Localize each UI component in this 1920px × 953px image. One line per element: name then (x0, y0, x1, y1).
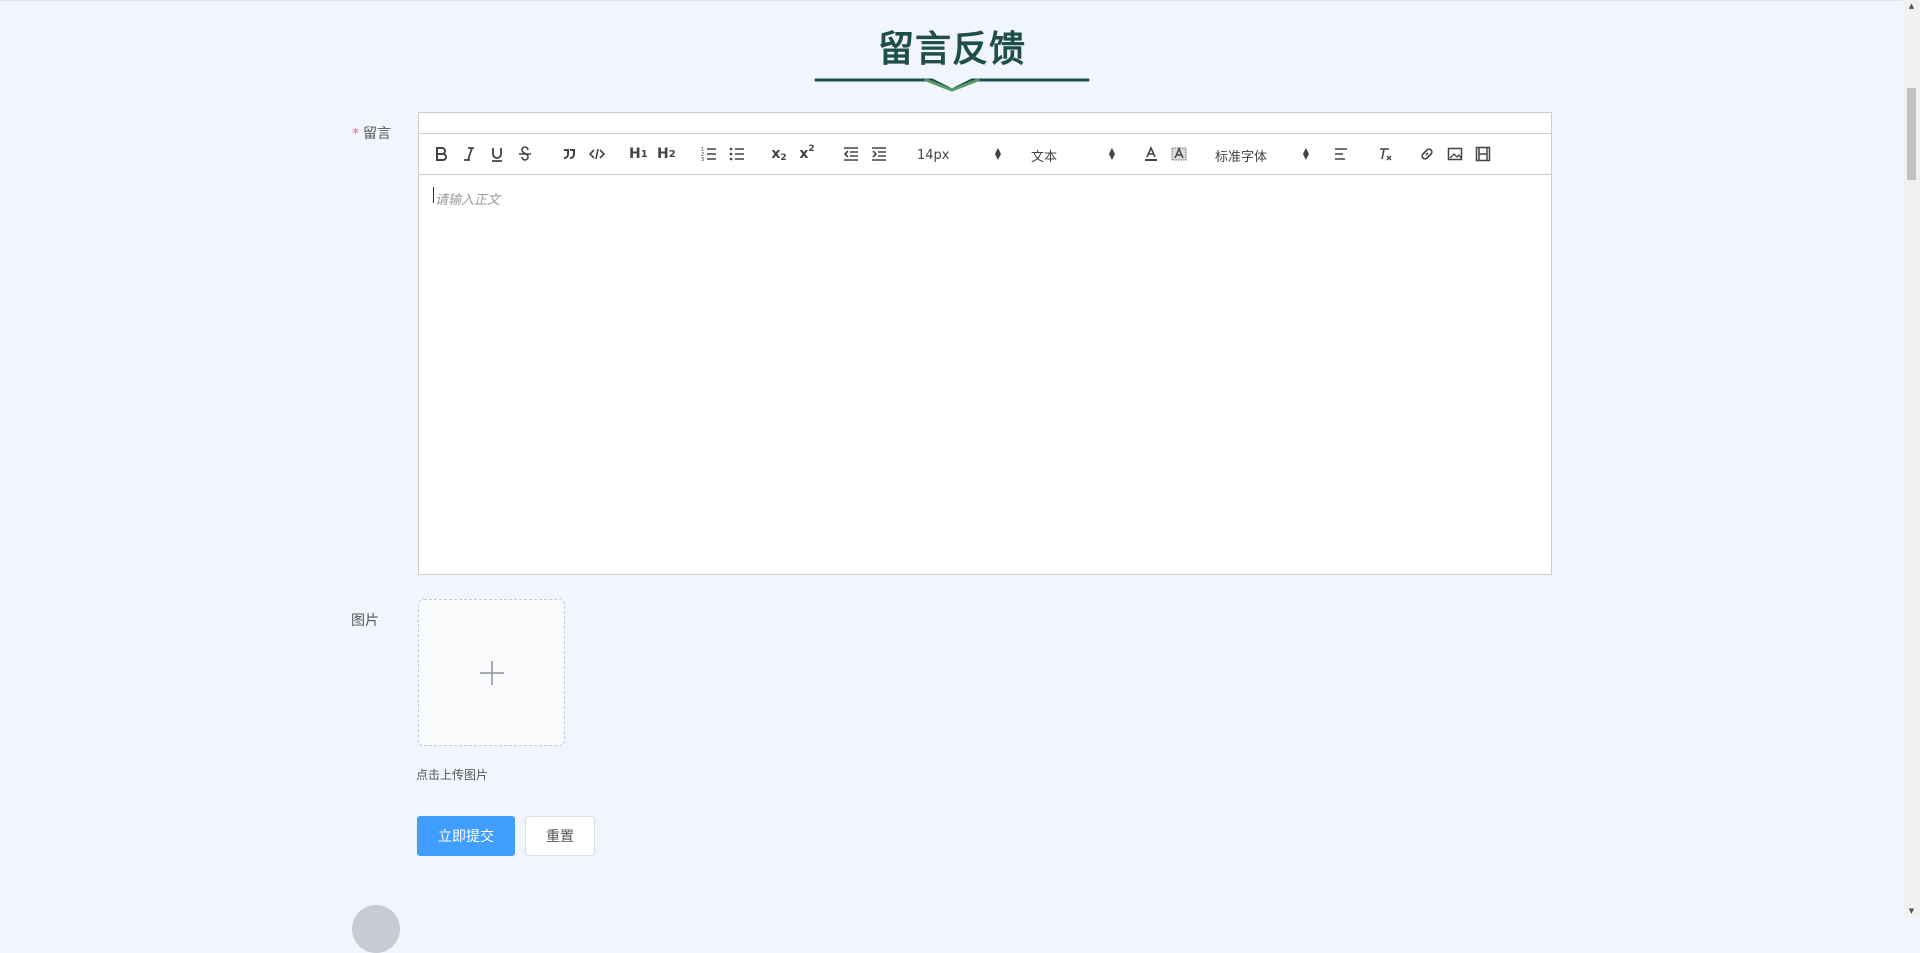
picker-arrows-icon: ▲ ▼ (1108, 146, 1115, 161)
code-block-icon[interactable] (589, 144, 605, 164)
text-caret (433, 187, 434, 203)
ordered-list-icon[interactable]: 123 (701, 144, 717, 164)
outdent-icon[interactable] (843, 144, 859, 164)
font-color-icon[interactable] (1143, 144, 1159, 164)
h2-icon[interactable]: H2 (657, 144, 676, 164)
header-picker-value: 文本 (1031, 149, 1058, 165)
image-icon[interactable] (1447, 144, 1463, 164)
image-upload-box[interactable] (418, 599, 565, 746)
strike-icon[interactable] (517, 144, 533, 164)
editor-toolbar: H1 H2 123 x2 x2 14px ▲ ▼ 文本 ▲ ▼ 标准字体 ▲ ▼ (419, 134, 1551, 175)
font-size-picker[interactable]: 14px ▲ ▼ (917, 145, 1001, 165)
plus-icon (419, 600, 564, 745)
top-border (0, 0, 1920, 1)
bold-icon[interactable] (433, 144, 449, 164)
scroll-up-icon[interactable]: ▲ (1907, 2, 1916, 11)
background-color-icon[interactable] (1171, 144, 1187, 164)
avatar (352, 905, 400, 953)
italic-icon[interactable] (461, 144, 477, 164)
align-icon[interactable] (1333, 144, 1349, 164)
subscript-icon[interactable]: x2 (771, 144, 787, 164)
upload-tip: 点击上传图片 (416, 768, 489, 782)
svg-text:3: 3 (701, 157, 704, 162)
required-mark: * (352, 126, 359, 142)
message-label: * 留言 (352, 123, 391, 143)
picker-arrows-icon: ▲ ▼ (994, 146, 1001, 161)
title-decoration (814, 78, 1090, 92)
h1-icon[interactable]: H1 (629, 144, 648, 164)
font-family-picker[interactable]: 标准字体 ▲ ▼ (1215, 145, 1309, 165)
scroll-thumb[interactable] (1907, 88, 1916, 180)
font-family-value: 标准字体 (1215, 149, 1268, 165)
message-label-text: 留言 (363, 126, 391, 142)
editor-placeholder: 请输入正文 (435, 193, 501, 208)
blockquote-icon[interactable] (561, 144, 577, 164)
image-label: 图片 (351, 613, 379, 629)
editor-top-bar (419, 113, 1551, 134)
underline-icon[interactable] (489, 144, 505, 164)
editor-content[interactable]: 请输入正文 (419, 175, 1551, 573)
picker-arrows-icon: ▲ ▼ (1302, 146, 1309, 161)
link-icon[interactable] (1419, 144, 1435, 164)
font-size-value: 14px (917, 147, 950, 163)
scroll-down-icon[interactable]: ▼ (1907, 907, 1916, 916)
bullet-list-icon[interactable] (729, 144, 745, 164)
header-picker[interactable]: 文本 ▲ ▼ (1031, 145, 1115, 165)
superscript-icon[interactable]: x2 (799, 144, 815, 164)
rich-text-editor: H1 H2 123 x2 x2 14px ▲ ▼ 文本 ▲ ▼ 标准字体 ▲ ▼… (418, 112, 1552, 575)
indent-icon[interactable] (871, 144, 887, 164)
video-icon[interactable] (1475, 144, 1491, 164)
submit-button[interactable]: 立即提交 (417, 816, 515, 856)
page-scrollbar[interactable]: ▲ ▼ (1903, 0, 1920, 918)
page-title: 留言反馈 (877, 29, 1026, 70)
reset-button[interactable]: 重置 (525, 816, 595, 856)
clean-format-icon[interactable] (1377, 144, 1393, 164)
